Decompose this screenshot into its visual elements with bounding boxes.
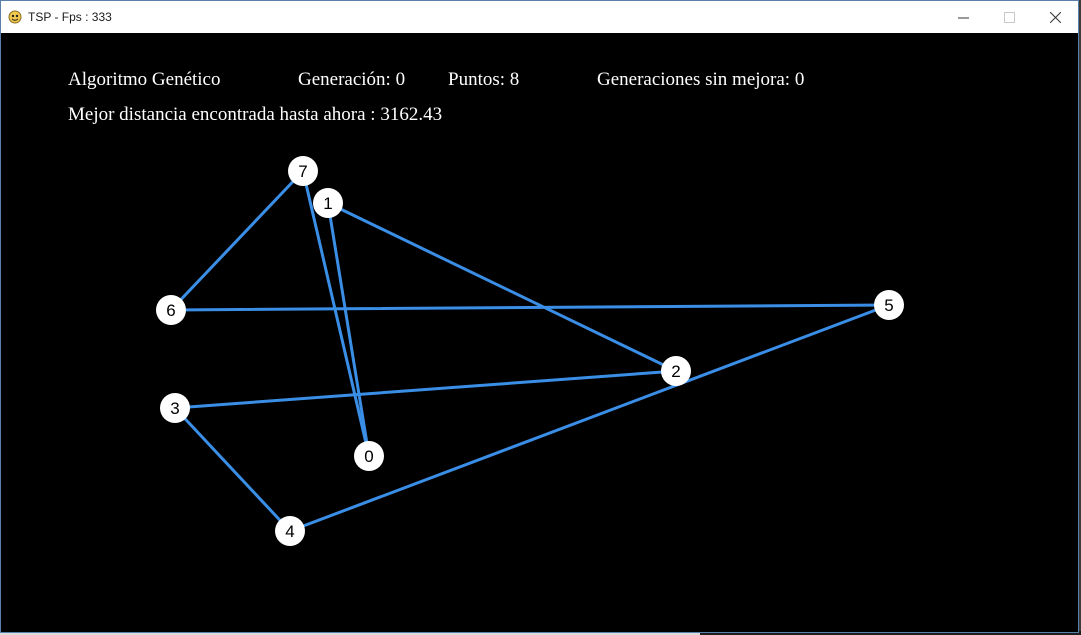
minimize-button[interactable] bbox=[940, 1, 986, 33]
window-title: TSP - Fps : 333 bbox=[28, 10, 112, 24]
city-label-2: 2 bbox=[671, 362, 680, 381]
close-button[interactable] bbox=[1032, 1, 1078, 33]
tour-edge-3-4 bbox=[173, 406, 292, 533]
city-label-0: 0 bbox=[364, 447, 373, 466]
city-label-4: 4 bbox=[285, 522, 294, 541]
city-label-6: 6 bbox=[166, 301, 175, 320]
tour-edge-0-1 bbox=[326, 201, 371, 458]
city-label-5: 5 bbox=[884, 296, 893, 315]
maximize-button[interactable] bbox=[986, 1, 1032, 33]
city-label-7: 7 bbox=[298, 162, 307, 181]
tour-edge-6-7 bbox=[169, 169, 305, 312]
game-canvas[interactable]: Algoritmo Genético Generación: 0 Puntos:… bbox=[1, 33, 1078, 632]
close-icon bbox=[1049, 11, 1061, 23]
tsp-graph: 0 1 2 3 4 5 6 7 bbox=[156, 156, 904, 546]
city-label-1: 1 bbox=[323, 194, 332, 213]
maximize-icon bbox=[1003, 11, 1015, 23]
tour-edge-1-2 bbox=[326, 201, 678, 373]
tour-edge-2-3 bbox=[173, 369, 678, 410]
pygame-snake-icon bbox=[8, 10, 22, 24]
title-bar[interactable]: TSP - Fps : 333 bbox=[1, 1, 1078, 33]
tour-edge-4-5 bbox=[288, 303, 891, 533]
tour-edge-5-6 bbox=[169, 303, 891, 312]
app-window: TSP - Fps : 333 Algoritmo Genético Gener… bbox=[0, 0, 1079, 633]
minimize-icon bbox=[957, 17, 969, 18]
city-label-3: 3 bbox=[170, 399, 179, 418]
window-controls bbox=[940, 1, 1078, 33]
